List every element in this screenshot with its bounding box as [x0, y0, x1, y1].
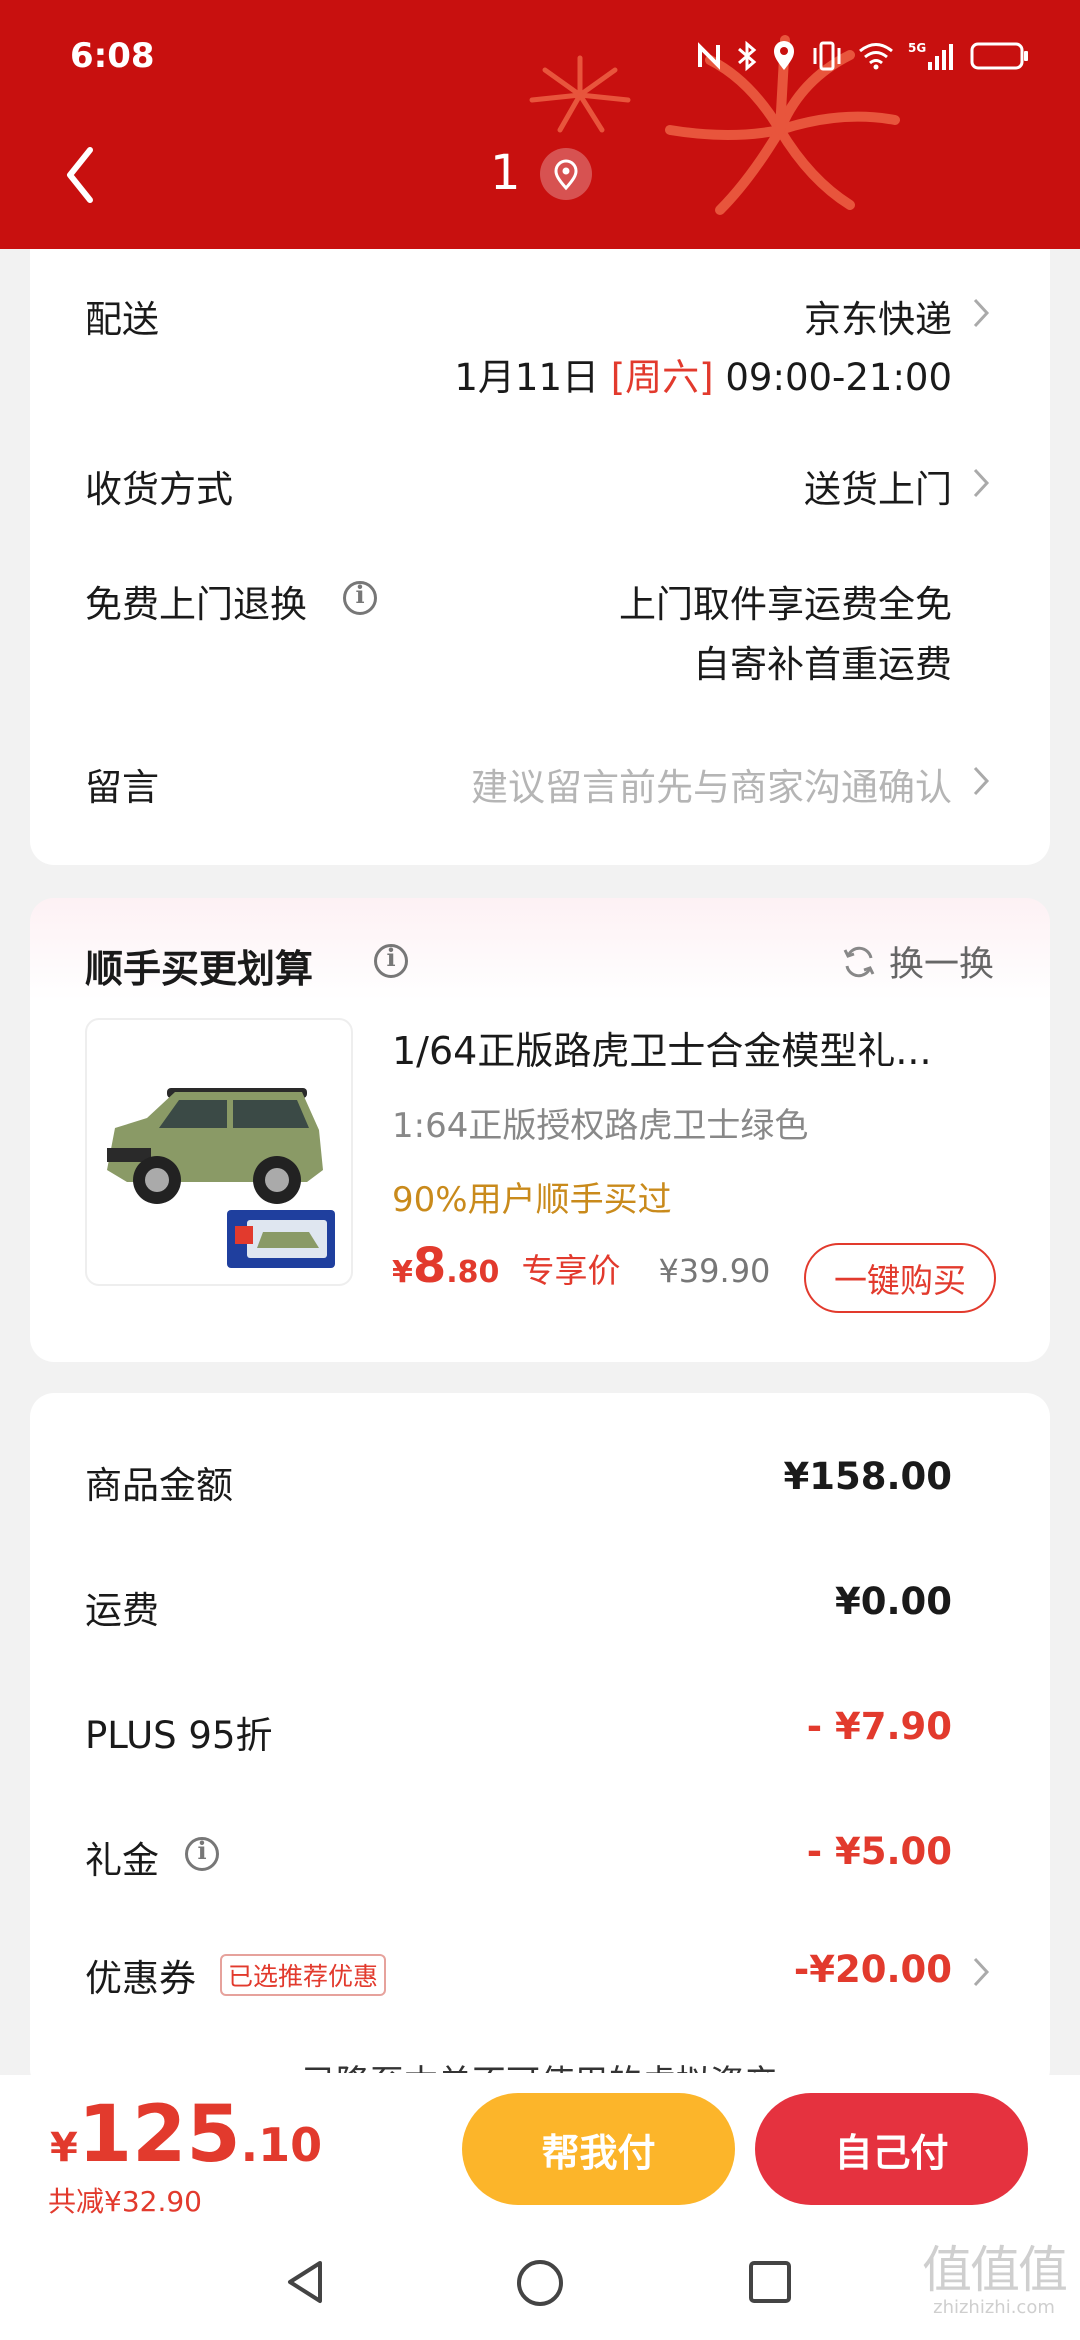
vibrate-icon [813, 41, 841, 71]
back-arrow-icon[interactable] [58, 140, 118, 210]
goods-amount-value: ¥158.00 [783, 1455, 952, 1498]
addon-title: 顺手买更划算 [85, 938, 313, 993]
virtual-asset-note: 已降至本单不可使用的虚拟资产 [30, 2053, 1050, 2073]
total-price: ¥ 125 .10 [50, 2090, 322, 2180]
swap-button[interactable]: 换一换 [841, 936, 994, 987]
goods-amount-label: 商品金额 [85, 1464, 233, 1507]
price-decimal: .80 [446, 1255, 500, 1290]
delivery-carrier: 京东快递 [804, 298, 952, 341]
receive-method-row[interactable]: 收货方式 送货上门 [30, 459, 1050, 519]
shipping-label: 运费 [85, 1589, 159, 1632]
page-title: 1 [490, 145, 521, 201]
chevron-right-icon [973, 298, 990, 328]
delivery-time: 1月11日 [周六] 09:00-21:00 [454, 347, 952, 401]
shipping-value: ¥0.00 [834, 1580, 952, 1623]
coupon-value: -¥20.00 [793, 1948, 952, 1991]
delivery-row[interactable]: 配送 京东快递 1月11日 [周六] 09:00-21:00 [30, 289, 1050, 409]
coupon-row[interactable]: 优惠券 已选推荐优惠 -¥20.00 [30, 1948, 1050, 2008]
gift-money-value: - ¥5.00 [806, 1830, 952, 1873]
price-symbol: ¥ [392, 1255, 413, 1290]
plus-discount-label: PLUS 95折 [85, 1714, 273, 1757]
price-integer: 8 [412, 1238, 447, 1294]
watermark-url: zhizhizhi.com [933, 2297, 1055, 2318]
message-placeholder[interactable]: 建议留言前先与商家沟通确认 [471, 757, 952, 811]
location-status-icon [774, 41, 794, 70]
total-decimal: .10 [240, 2118, 323, 2172]
original-price: ¥39.90 [658, 1252, 771, 1290]
system-nav-bar [0, 2215, 1080, 2340]
status-bar: 6:08 5G [0, 0, 1080, 120]
svg-text:5G: 5G [908, 41, 926, 55]
gift-money-label: 礼金 [85, 1839, 159, 1882]
bluetooth-icon [738, 40, 757, 72]
delivery-weekday: [周六] [610, 356, 714, 399]
product-image[interactable] [85, 1018, 353, 1286]
coupon-recommended-tag: 已选推荐优惠 [220, 1954, 387, 1996]
total-integer: 125 [77, 2090, 241, 2180]
coupon-label: 优惠券 [85, 1957, 196, 2000]
self-pay-button[interactable]: 自己付 [755, 2093, 1028, 2205]
shipping-row: 运费 ¥0.00 [30, 1580, 1050, 1640]
addon-card: 顺手买更划算 换一换 1/64正版路虎卫士合金模型礼... 1:64正版授权路虎… [30, 898, 1050, 1362]
total-symbol: ¥ [50, 2125, 78, 2171]
wifi-icon [859, 43, 893, 70]
product-stat: 90%用户顺手买过 [392, 1180, 672, 1220]
info-icon[interactable] [343, 580, 377, 615]
free-return-label: 免费上门退换 [85, 583, 307, 626]
product-price: ¥ 8 .80 专享价 ¥39.90 [392, 1238, 770, 1294]
signal-5g-icon: 5G [908, 41, 953, 70]
free-return-row: 免费上门退换 上门取件享运费全免 自寄补首重运费 [30, 574, 1050, 694]
watermark: 值值值 zhizhizhi.com [922, 2241, 1068, 2318]
swap-label: 换一换 [888, 945, 994, 985]
free-return-line2: 自寄补首重运费 [693, 643, 952, 686]
chevron-right-icon [973, 1957, 990, 1987]
delivery-date: 1月11日 [454, 356, 599, 399]
watermark-main: 值值值 [922, 2241, 1068, 2299]
goods-amount-row: 商品金额 ¥158.00 [30, 1455, 1050, 1515]
free-return-line1: 上门取件享运费全免 [619, 583, 952, 626]
message-row[interactable]: 留言 建议留言前先与商家沟通确认 [30, 757, 1050, 817]
delivery-time-slot: 09:00-21:00 [725, 356, 952, 399]
refresh-icon [843, 946, 875, 977]
plus-discount-row: PLUS 95折 - ¥7.90 [30, 1705, 1050, 1765]
nfc-icon [698, 42, 720, 70]
battery-icon [970, 42, 1028, 70]
car-model-image [107, 1088, 335, 1268]
chevron-right-icon [973, 468, 990, 498]
total-saved: 共减¥32.90 [48, 2185, 202, 2218]
nav-recent-square-icon[interactable] [745, 2257, 795, 2307]
gift-money-row: 礼金 - ¥5.00 [30, 1830, 1050, 1890]
header: 6:08 5G 1 [0, 0, 1080, 249]
price-summary-card: 商品金额 ¥158.00 运费 ¥0.00 PLUS 95折 - ¥7.90 礼… [30, 1393, 1050, 2093]
location-pin-icon[interactable] [540, 148, 592, 200]
info-icon[interactable] [374, 943, 408, 978]
message-label: 留言 [85, 766, 159, 809]
price-tag: 专享价 [521, 1251, 621, 1290]
one-click-buy-button[interactable]: 一键购买 [804, 1243, 996, 1313]
receive-method-label: 收货方式 [85, 468, 233, 511]
product-spec: 1:64正版授权路虎卫士绿色 [392, 1106, 809, 1146]
plus-discount-value: - ¥7.90 [806, 1705, 952, 1748]
checkout-bar: ¥ 125 .10 共减¥32.90 帮我付 自己付 [0, 2075, 1080, 2218]
status-icons: 5G [696, 40, 1030, 72]
delivery-label: 配送 [85, 298, 159, 341]
help-me-pay-button[interactable]: 帮我付 [462, 2093, 735, 2205]
product-title[interactable]: 1/64正版路虎卫士合金模型礼... [392, 1020, 992, 1075]
nav-home-circle-icon[interactable] [514, 2257, 566, 2309]
chevron-right-icon [973, 766, 990, 796]
nav-back-triangle-icon[interactable] [282, 2257, 332, 2307]
status-time: 6:08 [70, 36, 155, 76]
receive-method-value: 送货上门 [804, 468, 952, 511]
delivery-card: 配送 京东快递 1月11日 [周六] 09:00-21:00 收货方式 送货上门… [30, 249, 1050, 865]
info-icon[interactable] [185, 1836, 219, 1871]
addon-title-text: 顺手买更划算 [85, 947, 314, 991]
